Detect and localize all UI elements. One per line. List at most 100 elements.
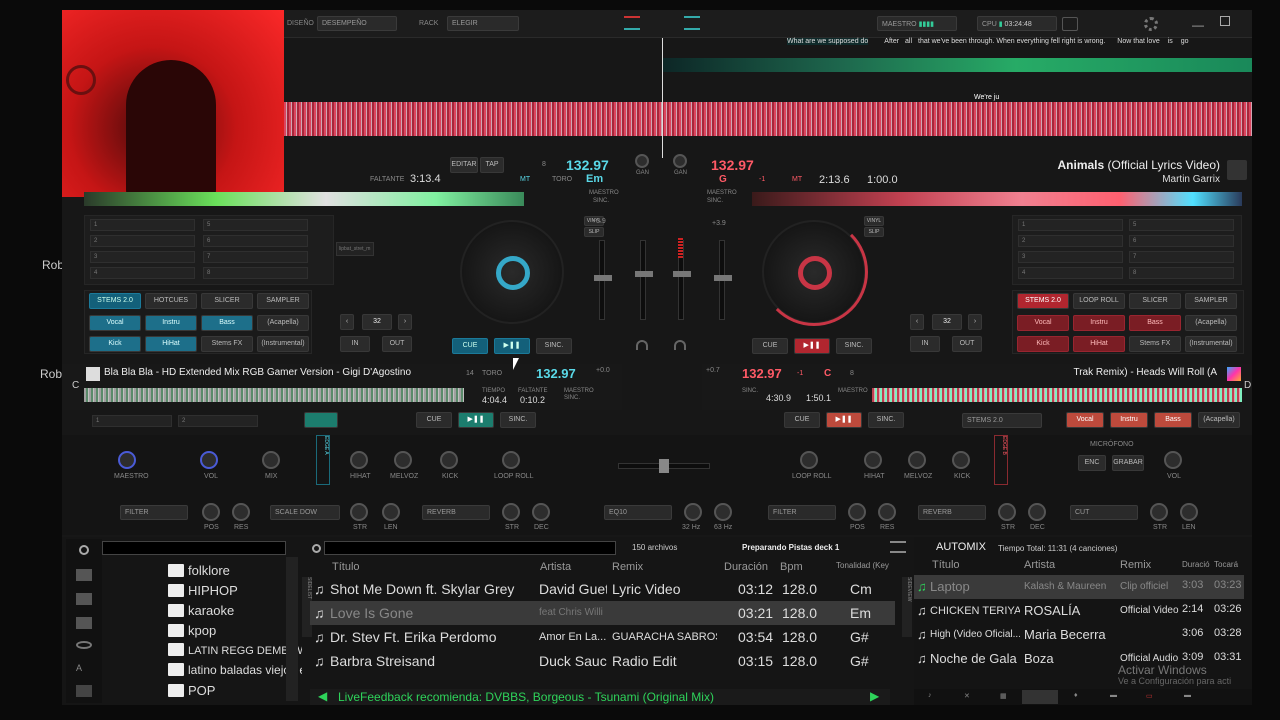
browser-drive-icon[interactable]: [76, 593, 92, 605]
deck-a-stem-vocal[interactable]: Vocal: [89, 315, 141, 331]
automix-folder2-icon[interactable]: ▬: [1184, 692, 1191, 699]
deck-b-sync-button[interactable]: SINC.: [836, 338, 872, 354]
melvoz-b-knob[interactable]: [908, 451, 926, 469]
folder-kpop[interactable]: kpop: [168, 623, 216, 643]
fx-str-b2-knob[interactable]: [1150, 503, 1168, 521]
deck-b-hotcue-3[interactable]: 3: [1018, 251, 1123, 263]
deck-a-key[interactable]: Em: [586, 173, 603, 185]
deck-b-pad-stems[interactable]: STEMS 2.0: [1017, 293, 1069, 309]
track-list-menu-icon[interactable]: [890, 541, 906, 553]
deck-d-stem-instru[interactable]: Instru: [1110, 412, 1148, 428]
fx-reverb-b-dropdown[interactable]: REVERB: [918, 505, 986, 520]
deck-b-stem-bass[interactable]: Bass: [1129, 315, 1181, 331]
deck-a-hotcue-3[interactable]: 3: [90, 251, 195, 263]
deck-b-overview-waveform[interactable]: [752, 192, 1242, 206]
hihat-b-knob[interactable]: [864, 451, 882, 469]
deck-a-hotcue-1[interactable]: 1: [90, 219, 195, 231]
mic-enc-button[interactable]: ENC: [1078, 455, 1106, 471]
deck-a-stem-bass[interactable]: Bass: [201, 315, 253, 331]
table-row[interactable]: ♫ Barbra Streisand Duck Sauce Radio Edit…: [310, 649, 895, 673]
fx-len-a-knob[interactable]: [382, 503, 400, 521]
deck-a-hotcue-8[interactable]: 8: [203, 267, 308, 279]
deck-a-sync-button[interactable]: SINC.: [536, 338, 572, 354]
mix-knob[interactable]: [262, 451, 280, 469]
fx-eq32-knob[interactable]: [684, 503, 702, 521]
deck-b-hotcue-1[interactable]: 1: [1018, 219, 1123, 231]
fx-dec-b-knob[interactable]: [1028, 503, 1046, 521]
automix-col-played[interactable]: Tocará: [1214, 560, 1238, 569]
fx-filter-b-dropdown[interactable]: FILTER: [768, 505, 836, 520]
deck-d-stem-vocal[interactable]: Vocal: [1066, 412, 1104, 428]
deck-a-hotcue-7[interactable]: 7: [203, 251, 308, 263]
folder-scrollbar[interactable]: [286, 557, 298, 701]
fx-eq63-knob[interactable]: [714, 503, 732, 521]
deck-b-stem-hihat[interactable]: HiHat: [1073, 336, 1125, 352]
automix-row[interactable]: ♫ Laptop Kalash & Maureen Clip officiel …: [914, 575, 1244, 599]
deck-a-pad-slicer[interactable]: SLICER: [201, 293, 253, 309]
deck-c-loop-button[interactable]: [304, 412, 338, 428]
fx-reverb-a-dropdown[interactable]: REVERB: [422, 505, 490, 520]
col-remix[interactable]: Remix: [612, 561, 643, 573]
deck-a-hotcue-5[interactable]: 5: [203, 219, 308, 231]
deck-a-hotcue-4[interactable]: 4: [90, 267, 195, 279]
deck-a-stem-kick[interactable]: Kick: [89, 336, 141, 352]
livefeedback-left-arrow[interactable]: ◀: [318, 689, 327, 703]
fx-cut-dropdown[interactable]: CUT: [1070, 505, 1138, 520]
deck-a-stem-instru[interactable]: Instru: [145, 315, 197, 331]
table-row-selected[interactable]: ♫ Love Is Gone feat Chris Willi 03:21 12…: [310, 601, 895, 625]
deck-b-stem-acapella[interactable]: (Acapella): [1185, 315, 1237, 331]
fx-dec-a-knob[interactable]: [532, 503, 550, 521]
deck-a-pitch-fader[interactable]: [594, 240, 612, 320]
fx-pos-a-knob[interactable]: [202, 503, 220, 521]
deck-b-pad-slicer[interactable]: SLICER: [1129, 293, 1181, 309]
deck-d-play-button[interactable]: ▶❚❚: [826, 412, 862, 428]
deck-a-cue-button[interactable]: CUE: [452, 338, 488, 354]
layout-icon-red[interactable]: [624, 16, 640, 30]
automix-col-artist[interactable]: Artista: [1024, 559, 1055, 571]
deck-a-pad-stems[interactable]: STEMS 2.0: [89, 293, 141, 309]
automix-folder-icon[interactable]: ▬: [1110, 692, 1117, 699]
fx-res-a-knob[interactable]: [232, 503, 250, 521]
automix-record-icon[interactable]: ▭: [1146, 692, 1153, 700]
deck-c-play-button[interactable]: ▶❚❚: [458, 412, 494, 428]
mic-vol-knob[interactable]: [1164, 451, 1182, 469]
settings-icon[interactable]: [1144, 17, 1158, 31]
col-artist[interactable]: Artista: [540, 561, 571, 573]
deck-a-hotcue-2[interactable]: 2: [90, 235, 195, 247]
deck-c-cue-button[interactable]: CUE: [416, 412, 452, 428]
deck-c-bpm[interactable]: 132.97: [536, 366, 576, 381]
deck-b-scrolling-waveform[interactable]: [662, 58, 1252, 72]
loop-roll-b-knob[interactable]: [800, 451, 818, 469]
deck-b-stem-instrumental[interactable]: (Instrumental): [1185, 336, 1237, 352]
mixer-headphone-a-icon[interactable]: [636, 340, 648, 350]
deck-b-pitch-fader[interactable]: [714, 240, 732, 320]
deck-b-loop-out[interactable]: OUT: [952, 336, 982, 352]
deck-a-tap-button[interactable]: TAP: [480, 157, 504, 173]
deck-d-bpm[interactable]: 132.97: [742, 366, 782, 381]
automix-active-tool[interactable]: [1022, 690, 1058, 704]
vol-knob[interactable]: [200, 451, 218, 469]
automix-row[interactable]: ♫ High (Video Oficial... Maria Becerra 3…: [914, 623, 1244, 647]
deck-a-slip-button[interactable]: SLIP: [584, 227, 604, 237]
kick-a-knob[interactable]: [440, 451, 458, 469]
livefeedback-bar[interactable]: ◀ LiveFeedback recomienda: DVBBS, Borgeo…: [310, 689, 890, 705]
folder-search-input[interactable]: [102, 541, 286, 555]
deck-c-sync-button[interactable]: SINC.: [500, 412, 536, 428]
hihat-a-knob[interactable]: [350, 451, 368, 469]
browser-settings-icon[interactable]: [76, 685, 92, 697]
automix-mix-icon[interactable]: ♪: [928, 692, 932, 699]
deck-a-loop-length[interactable]: 32: [362, 314, 392, 330]
mixer-gain-b-knob[interactable]: [673, 154, 687, 168]
deck-a-scrolling-waveform[interactable]: [284, 102, 1252, 136]
deck-a-sampler-slot[interactable]: lipbat_stret_m: [336, 242, 374, 256]
maximize-icon[interactable]: [1220, 16, 1230, 26]
deck-d-sync-button[interactable]: SINC.: [868, 412, 904, 428]
mixer-headphone-b-icon[interactable]: [674, 340, 686, 350]
deck-a-stem-instrumental[interactable]: (Instrumental): [257, 336, 309, 352]
browser-text-size-icon[interactable]: A: [76, 663, 82, 673]
col-bpm[interactable]: Bpm: [780, 561, 803, 573]
deck-b-hotcue-7[interactable]: 7: [1129, 251, 1234, 263]
browser-search-icon[interactable]: [79, 545, 89, 555]
table-row[interactable]: ♫ Dr. Stev Ft. Erika Perdomo Amor En La.…: [310, 625, 895, 649]
deck-b-hotcue-5[interactable]: 5: [1129, 219, 1234, 231]
